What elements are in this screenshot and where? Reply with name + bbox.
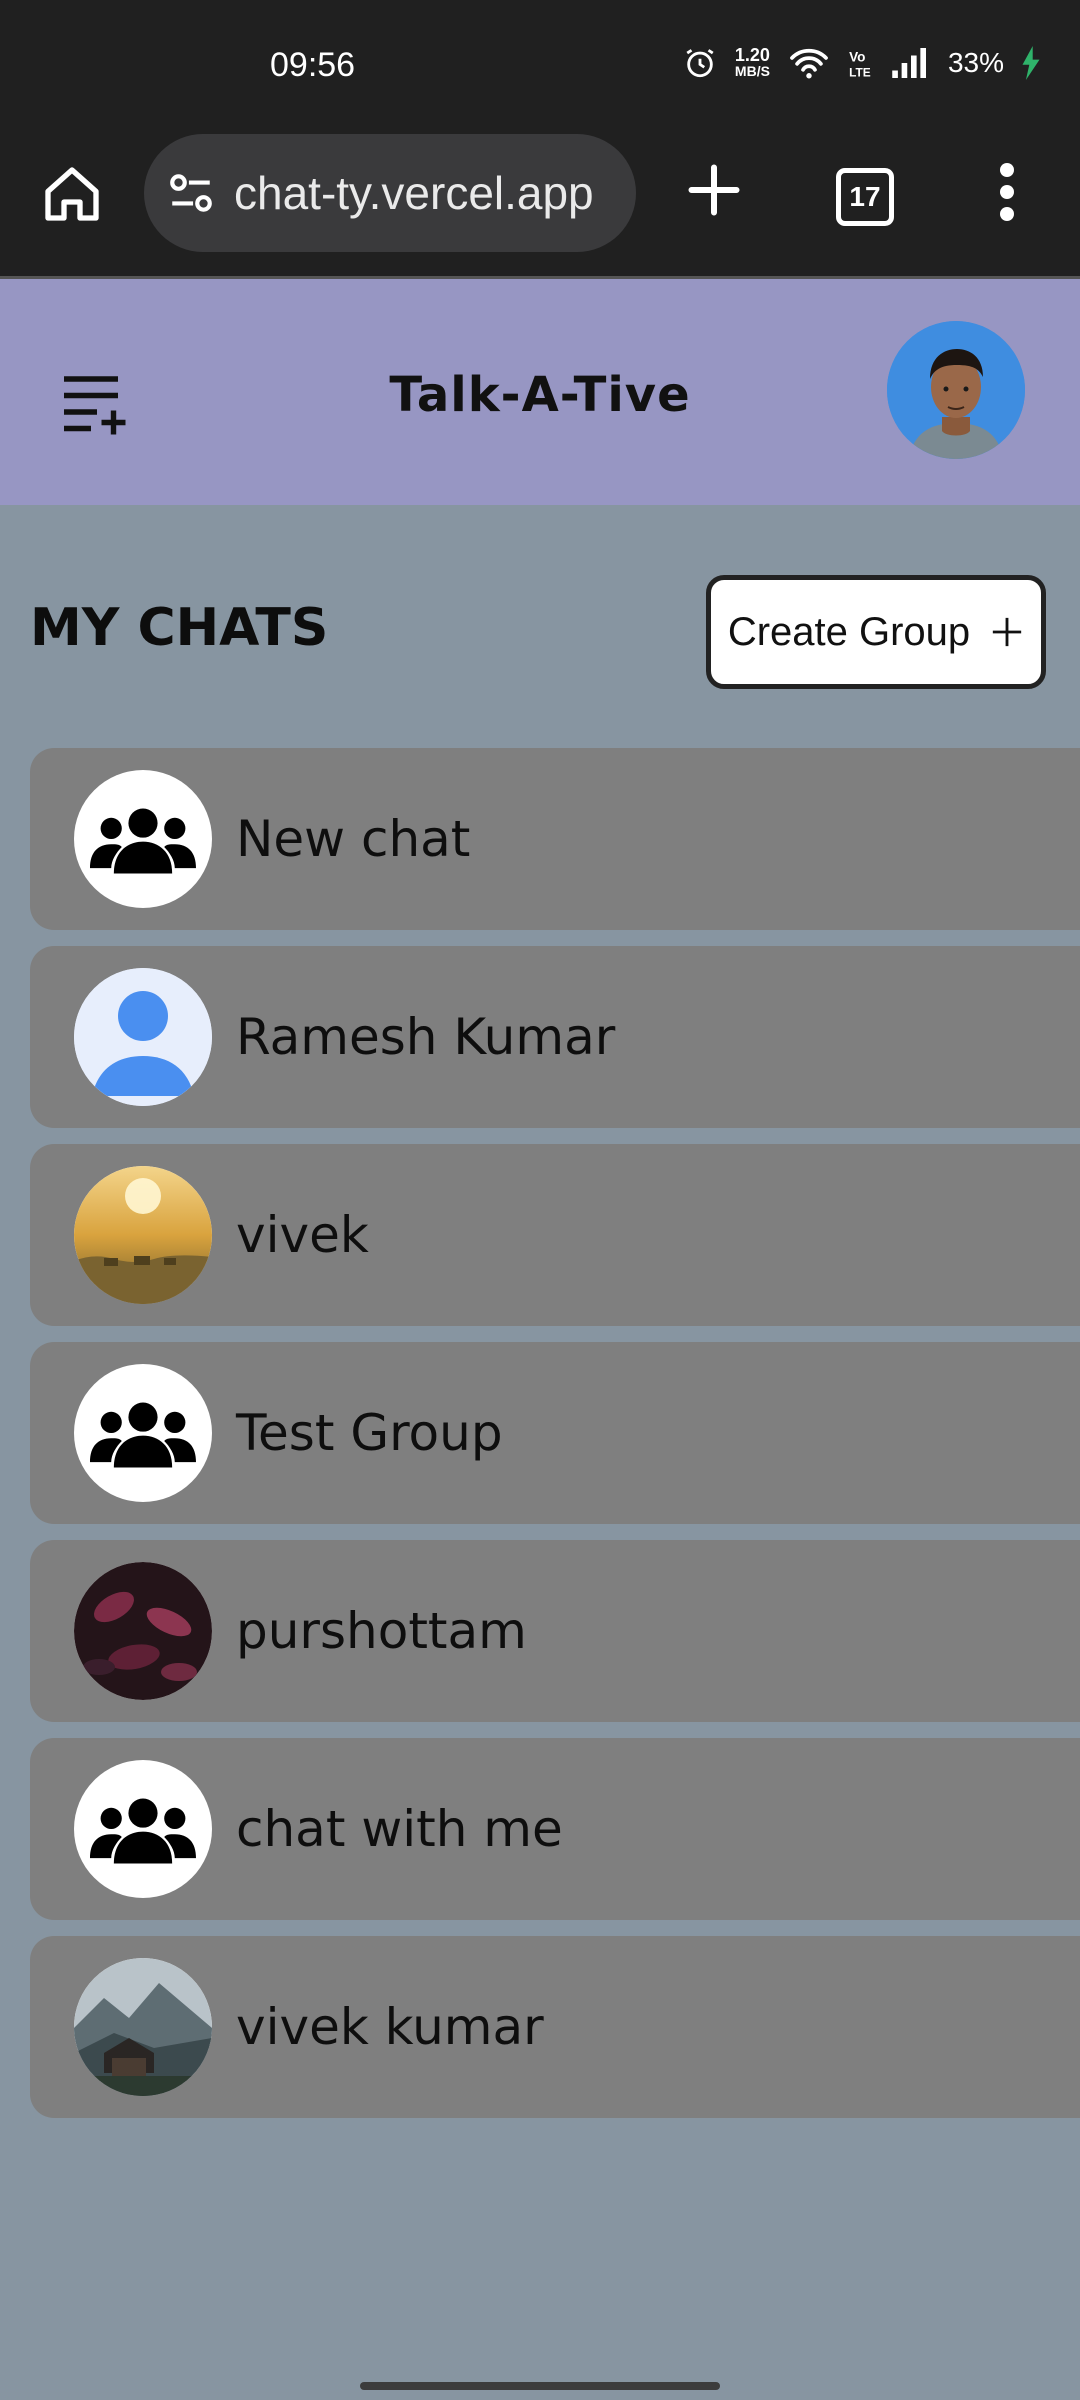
- chat-list: New chat Ramesh Kumar vivek Test Group p…: [30, 748, 1080, 2134]
- mountain-photo-avatar: [74, 1958, 212, 2096]
- chat-item-test-group[interactable]: Test Group: [30, 1342, 1080, 1524]
- user-photo: [887, 321, 1025, 459]
- profile-avatar[interactable]: [887, 321, 1025, 459]
- chat-name: New chat: [236, 810, 471, 868]
- address-bar[interactable]: chat-ty.vercel.app: [144, 134, 636, 252]
- signal-icon: [892, 48, 926, 78]
- create-group-label: Create Group: [727, 609, 971, 654]
- chat-item-ramesh-kumar[interactable]: Ramesh Kumar: [30, 946, 1080, 1128]
- battery-percent: 33%: [947, 47, 1004, 78]
- my-chats-heading: MY CHATS: [30, 598, 329, 658]
- group-icon: [74, 770, 212, 908]
- url-text[interactable]: chat-ty.vercel.app: [234, 166, 594, 220]
- chat-item-vivek[interactable]: vivek: [30, 1144, 1080, 1326]
- speed-unit: MB/S: [734, 63, 770, 79]
- app-header: Talk-A-Tive: [0, 279, 1080, 505]
- more-icon[interactable]: [992, 160, 1022, 224]
- default-user-avatar: [74, 968, 212, 1106]
- chat-name: Test Group: [236, 1404, 503, 1462]
- chat-name: Ramesh Kumar: [236, 1008, 616, 1066]
- group-icon: [74, 1364, 212, 1502]
- volte-icon: Vo LTE: [849, 49, 871, 80]
- chat-name: vivek kumar: [236, 1998, 544, 2056]
- wifi-icon: [790, 48, 828, 79]
- speed-value: 1.20: [734, 45, 770, 65]
- chat-item-chat-with-me[interactable]: chat with me: [30, 1738, 1080, 1920]
- svg-text:Vo: Vo: [849, 49, 865, 64]
- chat-item-new-chat[interactable]: New chat: [30, 748, 1080, 930]
- home-icon[interactable]: [40, 162, 104, 226]
- group-icon: [74, 1760, 212, 1898]
- chat-name: chat with me: [236, 1800, 563, 1858]
- chat-name: vivek: [236, 1206, 369, 1264]
- status-icons: 1.20 MB/S Vo LTE 33%: [683, 46, 1040, 80]
- svg-text:LTE: LTE: [849, 66, 871, 80]
- alarm-icon: [686, 49, 714, 78]
- status-time: 09:56: [270, 46, 356, 84]
- new-tab-icon[interactable]: [684, 160, 744, 220]
- status-bar: 09:56 1.20 MB/S Vo LTE 33%: [0, 0, 1080, 130]
- charging-icon: [1022, 46, 1040, 80]
- chat-name: purshottam: [236, 1602, 527, 1660]
- create-group-button[interactable]: Create Group: [706, 575, 1046, 689]
- site-settings-icon[interactable]: [166, 168, 216, 218]
- leaves-photo-avatar: [74, 1562, 212, 1700]
- sunset-photo-avatar: [74, 1166, 212, 1304]
- tab-count: 17: [849, 181, 881, 212]
- chat-item-purshottam[interactable]: purshottam: [30, 1540, 1080, 1722]
- plus-icon: [993, 617, 1022, 647]
- chat-item-vivek-kumar[interactable]: vivek kumar: [30, 1936, 1080, 2118]
- tabs-button[interactable]: 17: [836, 168, 894, 226]
- browser-toolbar: chat-ty.vercel.app 17: [0, 130, 1080, 279]
- network-speed: 1.20 MB/S: [734, 45, 770, 79]
- home-indicator[interactable]: [360, 2382, 720, 2390]
